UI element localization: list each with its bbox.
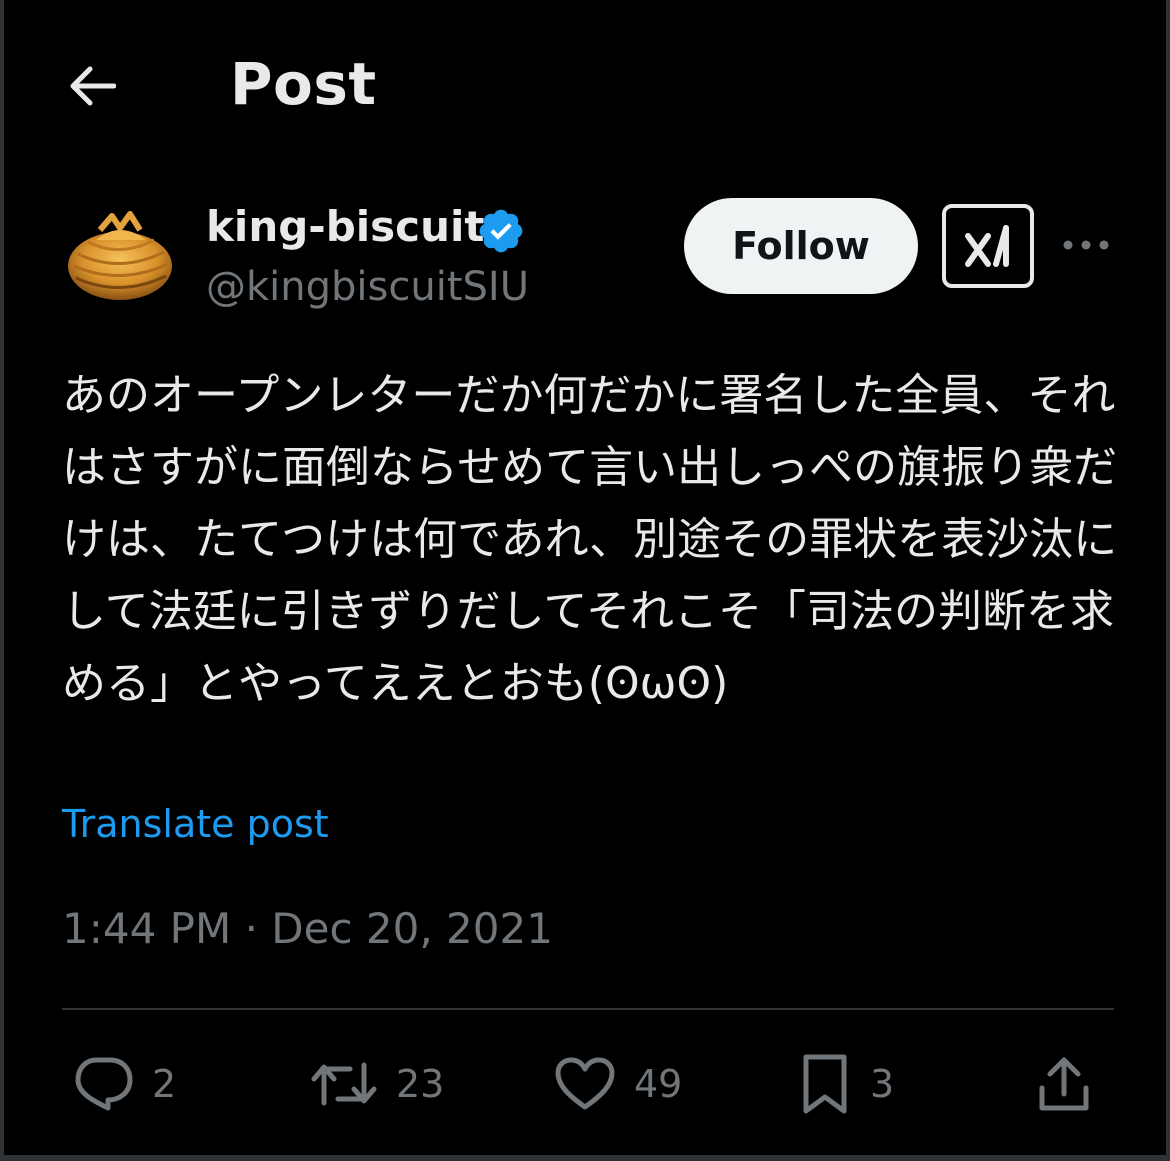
arrow-left-icon xyxy=(70,66,116,106)
like-button[interactable]: 49 xyxy=(554,1046,682,1122)
reply-icon xyxy=(75,1057,133,1111)
bookmark-icon xyxy=(803,1054,847,1114)
post-detail-screen: Post king-biscuit @kingbiscuitSIU Follow… xyxy=(0,0,1170,1161)
more-dots-icon xyxy=(1063,240,1109,250)
more-options-button[interactable] xyxy=(1056,220,1116,270)
bookmark-count: 3 xyxy=(870,1062,895,1106)
like-count: 49 xyxy=(634,1062,683,1106)
grok-icon xyxy=(965,225,1009,267)
post-text: あのオープンレターだか何だかに署名した全員、それはさすがに面倒ならせめて言い出し… xyxy=(62,370,1118,709)
page-title: Post xyxy=(230,50,377,118)
user-handle[interactable]: @kingbiscuitSIU xyxy=(206,264,529,310)
translate-post-link[interactable]: Translate post xyxy=(62,802,329,846)
biscuit-avatar-image xyxy=(62,200,178,316)
back-button[interactable] xyxy=(62,56,122,116)
repost-count: 23 xyxy=(396,1062,445,1106)
verified-badge-icon xyxy=(479,209,523,253)
divider xyxy=(62,1008,1114,1010)
repost-button[interactable]: 23 xyxy=(310,1046,444,1122)
grok-button[interactable] xyxy=(942,204,1034,288)
share-icon xyxy=(1039,1057,1089,1111)
follow-button[interactable]: Follow xyxy=(684,198,918,294)
top-bar: Post xyxy=(4,0,1166,170)
reply-button[interactable]: 2 xyxy=(74,1046,176,1122)
avatar[interactable] xyxy=(62,200,178,316)
share-button[interactable] xyxy=(1034,1046,1094,1122)
post-timestamp[interactable]: 1:44 PM · Dec 20, 2021 xyxy=(62,904,553,953)
display-name[interactable]: king-biscuit xyxy=(206,202,484,251)
repost-icon xyxy=(311,1062,377,1106)
reply-count: 2 xyxy=(152,1062,177,1106)
heart-icon xyxy=(555,1057,615,1110)
bookmark-button[interactable]: 3 xyxy=(798,1046,894,1122)
